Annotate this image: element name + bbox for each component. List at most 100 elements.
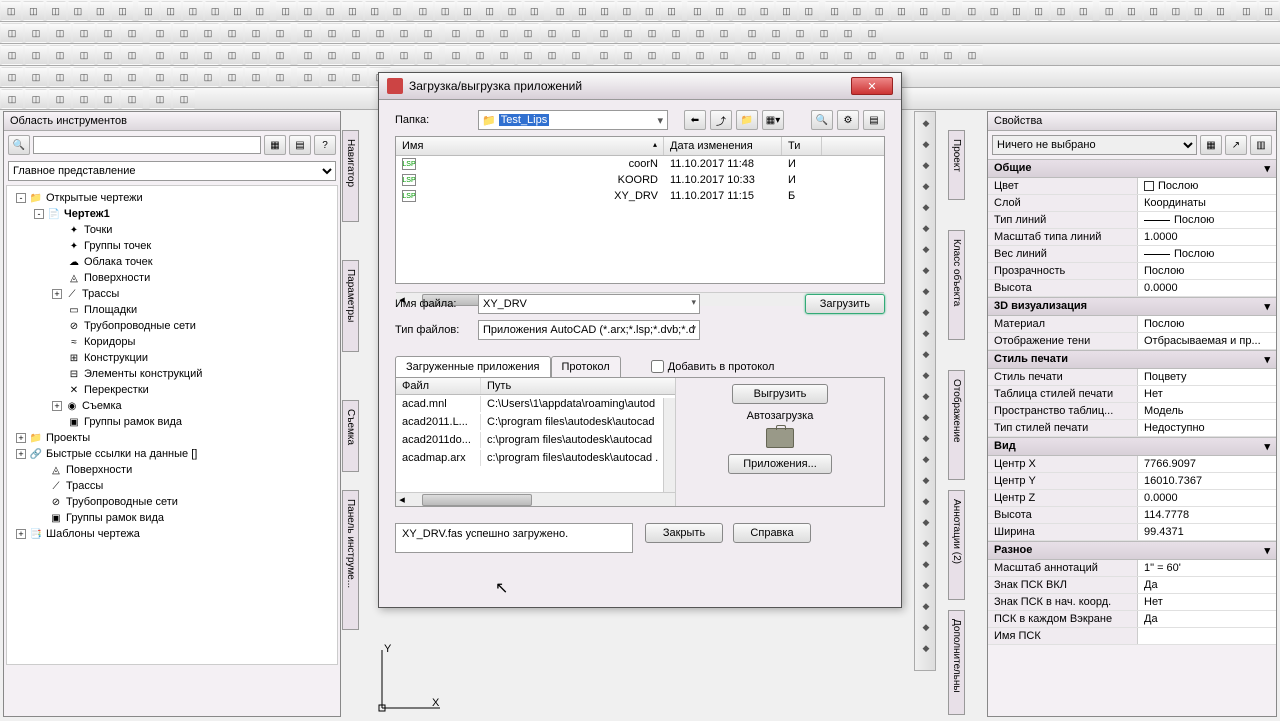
props-value[interactable]: Нет (1138, 594, 1276, 610)
up-icon[interactable]: ⤴ (710, 110, 732, 130)
toolbar-button[interactable]: ◫ (320, 1, 340, 21)
toolbar-button[interactable]: ◫ (661, 1, 681, 21)
loaded-apps-list[interactable]: Файл Путь acad.mnlC:\Users\1\appdata\roa… (396, 378, 676, 506)
props-value[interactable]: 0.0000 (1138, 490, 1276, 506)
props-value[interactable]: 1.0000 (1138, 229, 1276, 245)
toolbar-button[interactable]: ◫ (754, 1, 774, 21)
props-value[interactable] (1138, 628, 1276, 644)
toolbar-button[interactable]: ◫ (1, 1, 21, 21)
vtool-button[interactable]: ◆ (916, 554, 936, 574)
loaded-row[interactable]: acad.mnlC:\Users\1\appdata\roaming\autod (396, 395, 675, 413)
props-btn-2[interactable]: ↗ (1225, 135, 1247, 155)
toolbar-button[interactable]: ◫ (73, 67, 95, 87)
toolbar-button[interactable]: ◫ (245, 67, 267, 87)
toolbar-button[interactable]: ◫ (112, 1, 132, 21)
toolbar-button[interactable]: ◫ (387, 1, 407, 21)
props-section-header[interactable]: Разное▾ (988, 541, 1276, 560)
tree-toggle-icon[interactable]: + (52, 289, 62, 299)
vtab-navigator[interactable]: Навигатор (342, 130, 359, 222)
vtool-button[interactable]: ◆ (916, 134, 936, 154)
toolbar-button[interactable]: ◫ (149, 45, 171, 65)
props-value[interactable]: Да (1138, 577, 1276, 593)
tree-item[interactable]: +🔗Быстрые ссылки на данные [] (13, 446, 331, 462)
list-icon[interactable]: ▤ (863, 110, 885, 130)
toolbar-button[interactable]: ◫ (49, 23, 71, 43)
toolbar-button[interactable]: ◫ (1029, 1, 1049, 21)
vtool-button[interactable]: ◆ (916, 260, 936, 280)
toolbar-button[interactable]: ◫ (393, 45, 415, 65)
toolbar-button[interactable]: ◫ (1, 67, 23, 87)
vtool-button[interactable]: ◆ (916, 407, 936, 427)
props-value[interactable]: Модель (1138, 403, 1276, 419)
vtool-button[interactable]: ◆ (916, 281, 936, 301)
tree-toggle-icon[interactable]: + (52, 401, 62, 411)
vtool-button[interactable]: ◆ (916, 302, 936, 322)
vtool-button[interactable]: ◆ (916, 638, 936, 658)
vtool-button[interactable]: ◆ (916, 197, 936, 217)
toolbar-button[interactable]: ◫ (1144, 1, 1164, 21)
props-row[interactable]: МатериалПослою (988, 316, 1276, 333)
props-row[interactable]: СлойКоординаты (988, 195, 1276, 212)
props-row[interactable]: ЦветПослою (988, 178, 1276, 195)
toolbar-button[interactable]: ◫ (813, 45, 835, 65)
close-button[interactable]: Закрыть (645, 523, 723, 543)
toolbar-button[interactable]: ◫ (245, 45, 267, 65)
toolbar-button[interactable]: ◫ (73, 45, 95, 65)
toolbar-button[interactable]: ◫ (541, 45, 563, 65)
props-value[interactable]: Да (1138, 611, 1276, 627)
toolbar-button[interactable]: ◫ (837, 23, 859, 43)
props-btn-1[interactable]: ▦ (1200, 135, 1222, 155)
props-value[interactable]: 7766.9097 (1138, 456, 1276, 472)
tree-item[interactable]: ⊞Конструкции (13, 350, 331, 366)
toolbar-button[interactable]: ◫ (1, 45, 23, 65)
tree-item[interactable]: ▭Площадки (13, 302, 331, 318)
tree-item[interactable]: -📄Чертеж1 (13, 206, 331, 222)
toolbar-button[interactable]: ◫ (502, 1, 522, 21)
vtab-project[interactable]: Проект (948, 130, 965, 200)
props-row[interactable]: Высота0.0000 (988, 280, 1276, 297)
toolbar-button[interactable]: ◫ (445, 45, 467, 65)
tree-item[interactable]: ▣Группы рамок вида (13, 414, 331, 430)
props-row[interactable]: Знак ПСК ВКЛДа (988, 577, 1276, 594)
toolbar-button[interactable]: ◫ (550, 1, 570, 21)
props-section-header[interactable]: Общие▾ (988, 159, 1276, 178)
toolbar-button[interactable]: ◫ (321, 45, 343, 65)
toolbar-button[interactable]: ◫ (937, 45, 959, 65)
toolbar-button[interactable]: ◫ (1188, 1, 1208, 21)
dialog-titlebar[interactable]: Загрузка/выгрузка приложений ✕ (379, 73, 901, 100)
toolbar-button[interactable]: ◫ (297, 67, 319, 87)
toolbar-button[interactable]: ◫ (789, 45, 811, 65)
toolbar-button[interactable]: ◫ (936, 1, 956, 21)
toolbar-button[interactable]: ◫ (369, 45, 391, 65)
toolbar-button[interactable]: ◫ (369, 23, 391, 43)
tree-item[interactable]: ☁Облака точек (13, 254, 331, 270)
props-row[interactable]: Тип линийПослою (988, 212, 1276, 229)
vtab-class[interactable]: Класс объекта (948, 230, 965, 340)
toolbar-button[interactable]: ◫ (269, 67, 291, 87)
vtab-survey[interactable]: Съемка (342, 400, 359, 472)
vtab-toolpanel[interactable]: Панель инструме... (342, 490, 359, 630)
toolbar-button[interactable]: ◫ (161, 1, 181, 21)
vtool-button[interactable]: ◆ (916, 218, 936, 238)
tree-item[interactable]: +⟋Трассы (13, 286, 331, 302)
apps-button[interactable]: Приложения... (728, 454, 832, 474)
props-value[interactable]: 16010.7367 (1138, 473, 1276, 489)
toolbar-button[interactable]: ◫ (276, 1, 296, 21)
toolbar-button[interactable]: ◫ (321, 23, 343, 43)
toolbar-button[interactable]: ◫ (25, 23, 47, 43)
props-value[interactable]: Послою (1138, 263, 1276, 279)
toolbar-button[interactable]: ◫ (689, 45, 711, 65)
tree-item[interactable]: ✦Группы точек (13, 238, 331, 254)
toolbar-button[interactable]: ◫ (298, 1, 318, 21)
toolbar-button[interactable]: ◫ (149, 89, 171, 109)
help-button[interactable]: Справка (733, 523, 811, 543)
vtool-button[interactable]: ◆ (916, 491, 936, 511)
loaded-row[interactable]: acadmap.arxc:\program files\autodesk\aut… (396, 449, 675, 467)
toolbar-button[interactable]: ◫ (393, 23, 415, 43)
toolbar-button[interactable]: ◫ (799, 1, 819, 21)
vtool-button[interactable]: ◆ (916, 617, 936, 637)
toolbar-button[interactable]: ◫ (221, 67, 243, 87)
toolbar-button[interactable]: ◫ (1, 23, 23, 43)
toolbar-button[interactable]: ◫ (121, 45, 143, 65)
toolbar-button[interactable]: ◫ (665, 23, 687, 43)
